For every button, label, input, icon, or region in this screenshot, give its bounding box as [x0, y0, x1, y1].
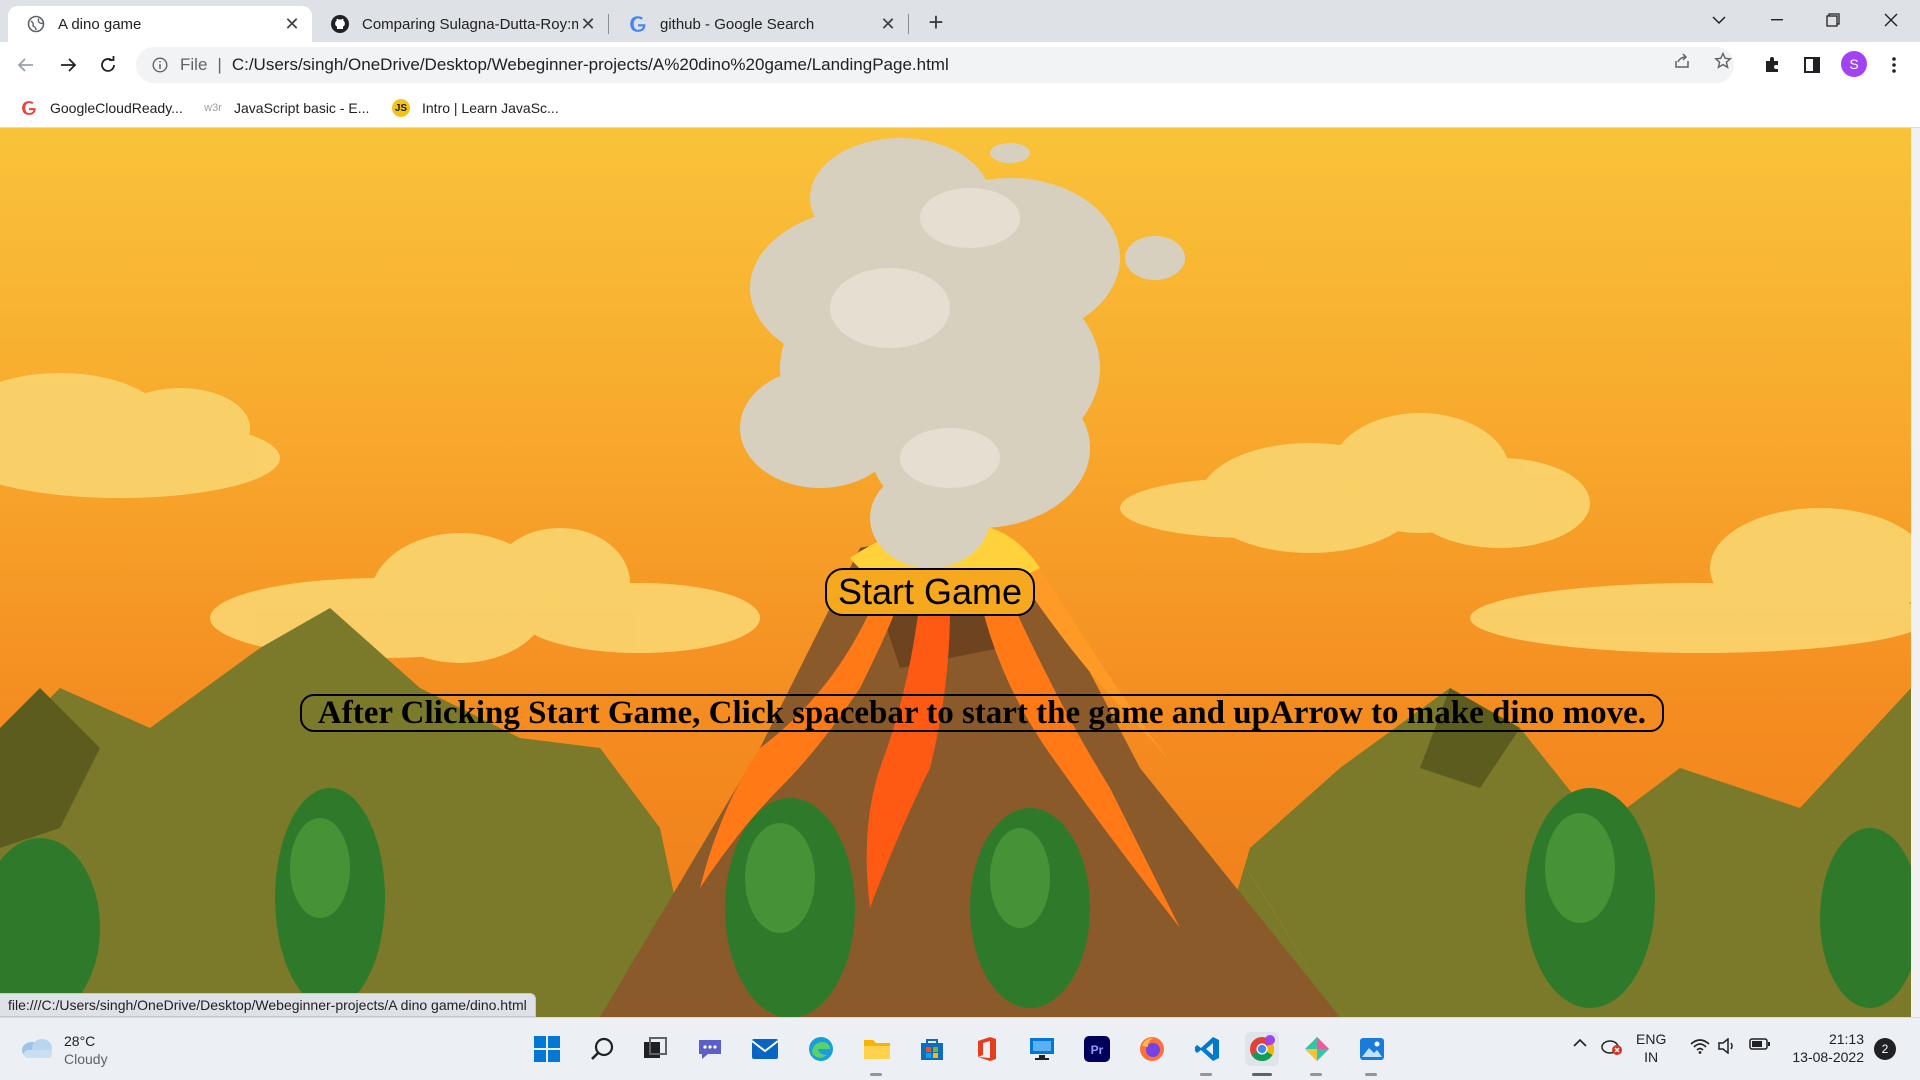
premiere-pro-icon[interactable]: Pr — [1080, 1032, 1114, 1066]
forward-icon[interactable] — [52, 49, 84, 81]
clock-time: 21:13 — [1828, 1031, 1864, 1047]
tab-github-search[interactable]: github - Google Search ✕ — [610, 6, 908, 42]
weather-widget[interactable]: 28°C Cloudy — [20, 1032, 108, 1068]
mail-icon[interactable] — [748, 1032, 782, 1066]
windows-start-icon[interactable] — [530, 1032, 564, 1066]
extensions-icon[interactable] — [1758, 51, 1786, 79]
google-icon — [628, 14, 648, 34]
tab-search-icon[interactable] — [1696, 0, 1742, 40]
google-icon — [20, 99, 38, 117]
js-icon: JS — [392, 99, 410, 117]
reload-icon[interactable] — [92, 49, 124, 81]
onedrive-error-icon[interactable] — [1600, 1038, 1624, 1056]
language-code: ENG — [1636, 1031, 1667, 1047]
cloudy-weather-icon — [20, 1036, 54, 1065]
firefox-icon[interactable] — [1135, 1032, 1169, 1066]
github-icon — [330, 14, 350, 34]
wifi-icon[interactable] — [1688, 1038, 1712, 1054]
weather-temp: 28°C — [64, 1033, 96, 1049]
restore-icon[interactable] — [1810, 0, 1856, 40]
active-indicator — [1252, 1073, 1272, 1076]
profile-avatar[interactable]: S — [1841, 51, 1867, 77]
url-divider: | — [217, 55, 222, 74]
bookmarks-bar: GoogleCloudReady... w3r JavaScript basic… — [0, 88, 1920, 128]
battery-icon[interactable] — [1748, 1038, 1772, 1050]
tab-title: Comparing Sulagna-Dutta-Roy:m — [362, 15, 578, 33]
desktop-app-icon[interactable] — [1025, 1032, 1059, 1066]
bookmark-googlecloudready[interactable]: GoogleCloudReady... — [20, 96, 183, 120]
microsoft-store-icon[interactable] — [915, 1032, 949, 1066]
globe-icon — [26, 14, 46, 34]
info-icon[interactable] — [150, 55, 170, 75]
bookmark-javascript-basic[interactable]: w3r JavaScript basic - E... — [204, 96, 369, 120]
back-icon[interactable] — [10, 49, 42, 81]
bookmark-star-icon[interactable] — [1712, 50, 1734, 72]
teams-chat-icon[interactable] — [693, 1032, 727, 1066]
weather-condition: Cloudy — [64, 1051, 108, 1067]
volume-icon[interactable] — [1716, 1038, 1740, 1054]
tab-comparing[interactable]: Comparing Sulagna-Dutta-Roy:m ✕ — [312, 6, 608, 42]
close-window-icon[interactable] — [1868, 0, 1914, 40]
new-tab-button[interactable]: + — [922, 9, 950, 37]
start-game-button[interactable]: Start Game — [825, 568, 1035, 616]
show-hidden-icons-icon[interactable] — [1570, 1038, 1590, 1048]
close-tab-icon[interactable]: ✕ — [878, 14, 898, 34]
region-code: IN — [1644, 1049, 1659, 1065]
chrome-icon[interactable] — [1245, 1032, 1279, 1066]
page-scrollbar[interactable] — [1911, 128, 1920, 1017]
svg-text:Pr: Pr — [1091, 1043, 1104, 1057]
url-scheme: File — [180, 55, 208, 74]
tab-title: github - Google Search — [660, 15, 815, 33]
side-panel-icon[interactable] — [1798, 51, 1826, 79]
running-indicator — [1200, 1073, 1212, 1076]
tab-separator — [608, 14, 609, 34]
windows-taskbar: 28°C Cloudy Pr ENG IN 21:13 13-08-2022 2 — [0, 1017, 1920, 1080]
photos-icon[interactable] — [1355, 1032, 1389, 1066]
more-menu-icon[interactable] — [1880, 51, 1908, 79]
minimize-icon[interactable] — [1754, 0, 1800, 40]
close-tab-icon[interactable]: ✕ — [578, 14, 598, 34]
running-indicator — [1310, 1073, 1322, 1076]
bookmark-label: GoogleCloudReady... — [50, 100, 183, 116]
running-indicator — [870, 1073, 882, 1076]
share-icon[interactable] — [1671, 50, 1693, 72]
tab-separator — [908, 14, 909, 34]
running-indicator — [1365, 1073, 1377, 1076]
w3r-icon: w3r — [204, 102, 222, 114]
bookmark-intro-learn-js[interactable]: JS Intro | Learn JavaSc... — [392, 96, 559, 120]
url-text[interactable]: C:/Users/singh/OneDrive/Desktop/Webeginn… — [232, 55, 949, 75]
system-clock[interactable]: 21:13 13-08-2022 — [1784, 1030, 1864, 1066]
browser-toolbar: File | C:/Users/singh/OneDrive/Desktop/W… — [0, 42, 1920, 88]
file-explorer-icon[interactable] — [860, 1032, 894, 1066]
edge-icon[interactable] — [804, 1032, 838, 1066]
landing-page: Start Game After Clicking Start Game, Cl… — [0, 128, 1911, 1017]
tab-title: A dino game — [58, 15, 142, 33]
link-status-bubble: file:///C:/Users/singh/OneDrive/Desktop/… — [0, 993, 536, 1017]
close-tab-icon[interactable]: ✕ — [282, 14, 302, 34]
office-icon[interactable] — [970, 1032, 1004, 1066]
address-bar[interactable]: File | C:/Users/singh/OneDrive/Desktop/W… — [136, 47, 1734, 83]
notification-badge[interactable]: 2 — [1874, 1038, 1896, 1060]
instructions-text: After Clicking Start Game, Click spaceba… — [300, 694, 1664, 732]
tab-a-dino-game[interactable]: A dino game ✕ — [8, 6, 312, 42]
search-icon[interactable] — [585, 1032, 619, 1066]
clock-date: 13-08-2022 — [1792, 1049, 1864, 1065]
bookmark-label: Intro | Learn JavaSc... — [422, 100, 559, 116]
input-language[interactable]: ENG IN — [1636, 1030, 1666, 1066]
bookmark-label: JavaScript basic - E... — [234, 100, 370, 116]
git-kraken-icon[interactable] — [1300, 1032, 1334, 1066]
browser-titlebar: A dino game ✕ Comparing Sulagna-Dutta-Ro… — [0, 0, 1920, 42]
task-view-icon[interactable] — [638, 1032, 672, 1066]
vscode-icon[interactable] — [1190, 1032, 1224, 1066]
